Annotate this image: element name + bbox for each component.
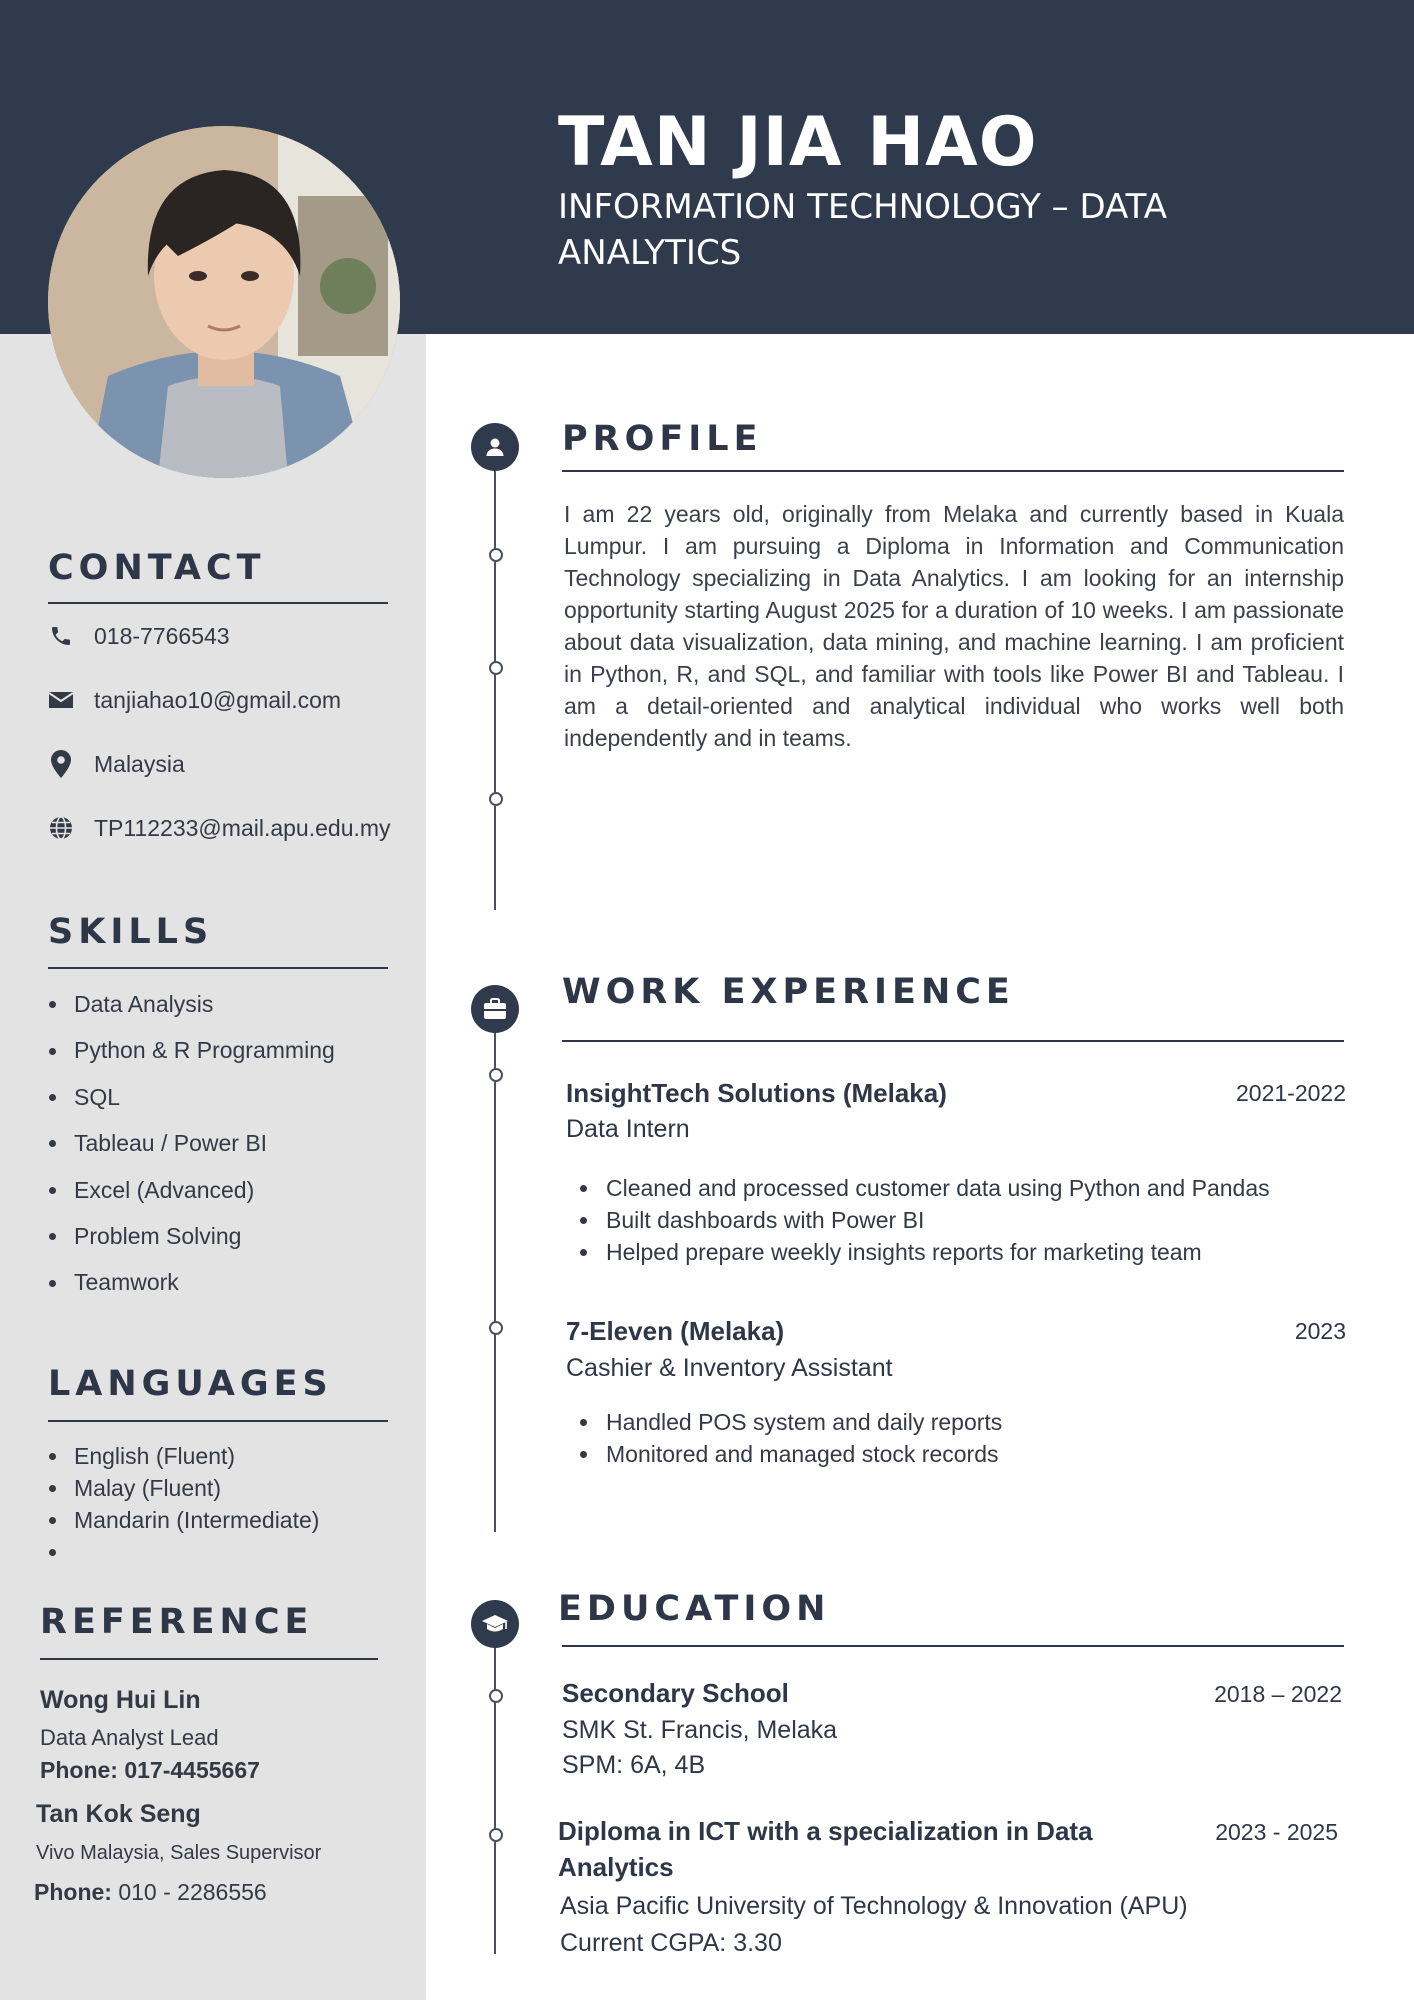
globe-icon — [46, 813, 76, 843]
reference-heading: REFERENCE — [40, 1602, 314, 1642]
reference-phone: Phone: 017-4455667 — [40, 1757, 260, 1784]
language-item: Malay (Fluent) — [46, 1472, 319, 1504]
reference-role: Vivo Malaysia, Sales Supervisor — [36, 1842, 322, 1864]
reference-role: Data Analyst Lead — [40, 1725, 219, 1750]
skill-item: Excel (Advanced) — [46, 1167, 335, 1213]
candidate-title: INFORMATION TECHNOLOGY – DATA ANALYTICS — [558, 187, 1168, 273]
language-item: English (Fluent) — [46, 1440, 319, 1472]
reference-phone: Phone: 010 - 2286556 — [34, 1879, 267, 1906]
education-date: 2023 - 2025 — [1215, 1819, 1338, 1845]
skill-item: Python & R Programming — [46, 1027, 335, 1073]
timeline-node — [489, 1828, 503, 1842]
job-duty: Handled POS system and daily reports — [576, 1406, 1002, 1438]
profile-divider — [562, 470, 1344, 472]
languages-divider — [48, 1420, 388, 1422]
email-text[interactable]: tanjiahao10@gmail.com — [94, 687, 341, 714]
reference-name: Wong Hui Lin — [40, 1686, 201, 1714]
job-duty: Built dashboards with Power BI — [576, 1204, 1270, 1236]
reference-phone-label: Phone: — [34, 1879, 112, 1905]
timeline-line — [494, 1624, 496, 1954]
profile-photo — [48, 126, 400, 478]
user-icon — [471, 423, 519, 471]
contact-phone: 018-7766543 — [46, 620, 230, 652]
education-title-cont: Analytics — [558, 1852, 674, 1882]
contact-location: Malaysia — [46, 748, 185, 780]
job-company: 7-Eleven (Melaka) — [566, 1316, 785, 1346]
skills-heading: SKILLS — [48, 912, 214, 952]
work-experience-divider — [562, 1040, 1344, 1042]
reference-name: Tan Kok Seng — [36, 1800, 201, 1828]
timeline-node — [489, 1068, 503, 1082]
phone-text[interactable]: 018-7766543 — [94, 623, 230, 650]
education-school: Asia Pacific University of Technology & … — [560, 1892, 1188, 1920]
job-duty: Monitored and managed stock records — [576, 1438, 1002, 1470]
job-duties: Cleaned and processed customer data usin… — [576, 1172, 1270, 1268]
reference-phone-number[interactable]: 017-4455667 — [124, 1757, 260, 1783]
timeline-node — [489, 792, 503, 806]
education-result: SPM: 6A, 4B — [562, 1751, 706, 1779]
education-result: Current CGPA: 3.30 — [560, 1929, 782, 1957]
languages-heading: LANGUAGES — [48, 1364, 333, 1404]
education-title: Secondary School — [562, 1678, 789, 1708]
job-duty: Helped prepare weekly insights reports f… — [576, 1236, 1270, 1268]
timeline-node — [489, 661, 503, 675]
contact-email: tanjiahao10@gmail.com — [46, 684, 341, 716]
profile-heading: PROFILE — [562, 419, 763, 459]
job-date: 2021-2022 — [1236, 1080, 1346, 1106]
skills-list: Data Analysis Python & R Programming SQL… — [46, 981, 335, 1306]
contact-heading: CONTACT — [48, 548, 266, 588]
education-date: 2018 – 2022 — [1214, 1681, 1342, 1707]
skill-item: Problem Solving — [46, 1213, 335, 1259]
language-item: Mandarin (Intermediate) — [46, 1504, 319, 1536]
job-role: Data Intern — [566, 1115, 690, 1143]
reference-phone-label: Phone: — [40, 1757, 118, 1783]
languages-list: English (Fluent) Malay (Fluent) Mandarin… — [46, 1440, 319, 1568]
language-item — [46, 1536, 319, 1568]
job-date: 2023 — [1294, 1318, 1346, 1344]
education-title: Diploma in ICT with a specialization in … — [558, 1816, 1093, 1846]
timeline-node — [489, 1689, 503, 1703]
envelope-icon — [46, 685, 76, 715]
education-heading: EDUCATION — [558, 1589, 831, 1629]
contact-website: TP112233@mail.apu.edu.my — [46, 812, 391, 844]
location-text: Malaysia — [94, 750, 185, 777]
job-duties: Handled POS system and daily reports Mon… — [576, 1406, 1002, 1470]
skill-item: Teamwork — [46, 1259, 335, 1305]
timeline-line — [494, 440, 496, 910]
timeline-node — [489, 1321, 503, 1335]
skills-divider — [48, 967, 388, 969]
reference-divider — [40, 1658, 378, 1660]
skill-item: SQL — [46, 1074, 335, 1120]
profile-summary: I am 22 years old, originally from Melak… — [564, 501, 1344, 751]
graduation-cap-icon — [471, 1600, 519, 1648]
job-role: Cashier & Inventory Assistant — [566, 1354, 893, 1382]
candidate-name: TAN JIA HAO — [558, 103, 1038, 182]
job-duty: Cleaned and processed customer data usin… — [576, 1172, 1270, 1204]
reference-phone-number[interactable]: 010 - 2286556 — [118, 1879, 266, 1905]
briefcase-icon — [471, 985, 519, 1033]
education-school: SMK St. Francis, Melaka — [562, 1716, 838, 1744]
job-company: InsightTech Solutions (Melaka) — [566, 1078, 947, 1108]
skill-item: Data Analysis — [46, 981, 335, 1027]
phone-icon — [46, 621, 76, 651]
contact-divider — [48, 602, 388, 604]
map-pin-icon — [46, 749, 76, 779]
timeline-node — [489, 548, 503, 562]
education-divider — [562, 1645, 1344, 1647]
website-text[interactable]: TP112233@mail.apu.edu.my — [94, 815, 391, 842]
work-experience-heading: WORK EXPERIENCE — [562, 972, 1015, 1012]
skill-item: Tableau / Power BI — [46, 1120, 335, 1166]
